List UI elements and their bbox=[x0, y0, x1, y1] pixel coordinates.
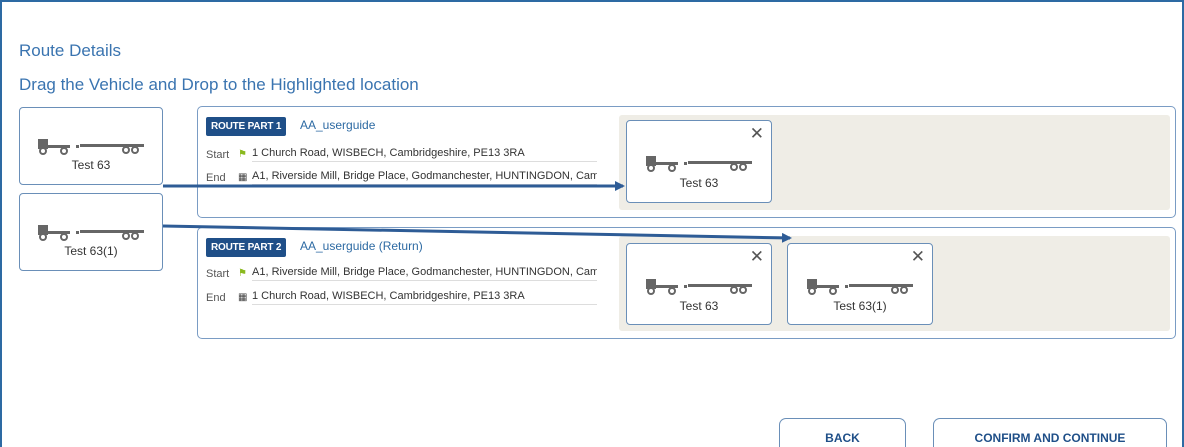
truck-trailer-icon bbox=[646, 156, 752, 172]
assigned-vehicle-card[interactable]: ✕ Test 63(1) bbox=[787, 243, 933, 325]
route-part-1: ROUTE PART 1 AA_userguide Start ⚑ 1 Chur… bbox=[197, 106, 1176, 218]
end-address-row: End ▦ 1 Church Road, WISBECH, Cambridges… bbox=[206, 290, 597, 305]
start-address-row: Start ⚑ A1, Riverside Mill, Bridge Place… bbox=[206, 266, 597, 281]
vehicle-dropzone[interactable]: ✕ Test 63 ✕ Test 63(1) bbox=[619, 236, 1170, 331]
start-address: A1, Riverside Mill, Bridge Place, Godman… bbox=[252, 266, 597, 281]
assigned-vehicle-card[interactable]: ✕ Test 63 bbox=[626, 243, 772, 325]
vehicle-label: Test 63(1) bbox=[833, 299, 887, 313]
confirm-and-continue-button[interactable]: CONFIRM AND CONTINUE bbox=[933, 418, 1167, 447]
start-label: Start bbox=[206, 267, 230, 280]
close-icon[interactable]: ✕ bbox=[750, 125, 764, 142]
page-title: Route Details bbox=[19, 41, 122, 60]
start-address: 1 Church Road, WISBECH, Cambridgeshire, … bbox=[252, 147, 597, 162]
vehicle-label: Test 63 bbox=[679, 299, 719, 313]
vehicle-dropzone[interactable]: ✕ Test 63 bbox=[619, 115, 1170, 210]
close-icon[interactable]: ✕ bbox=[750, 248, 764, 265]
back-button[interactable]: BACK bbox=[779, 418, 906, 447]
flag-icon: ⚑ bbox=[238, 268, 247, 279]
route-badge: ROUTE PART 1 bbox=[206, 117, 287, 136]
end-address-row: End ▦ A1, Riverside Mill, Bridge Place, … bbox=[206, 170, 597, 185]
truck-trailer-icon bbox=[38, 225, 144, 241]
start-address-row: Start ⚑ 1 Church Road, WISBECH, Cambridg… bbox=[206, 147, 597, 162]
vehicle-card-test-63-1[interactable]: Test 63(1) bbox=[19, 193, 163, 271]
truck-trailer-icon bbox=[38, 139, 144, 155]
flag-icon: ⚑ bbox=[238, 149, 247, 160]
page-subtitle: Drag the Vehicle and Drop to the Highlig… bbox=[19, 75, 419, 94]
end-address: A1, Riverside Mill, Bridge Place, Godman… bbox=[252, 170, 597, 185]
vehicle-card-test-63[interactable]: Test 63 bbox=[19, 107, 163, 185]
route-part-2: ROUTE PART 2 AA_userguide (Return) Start… bbox=[197, 227, 1176, 339]
end-label: End bbox=[206, 171, 226, 184]
end-address: 1 Church Road, WISBECH, Cambridgeshire, … bbox=[252, 290, 597, 305]
route-badge: ROUTE PART 2 bbox=[206, 238, 287, 257]
assigned-vehicle-card[interactable]: ✕ Test 63 bbox=[626, 120, 772, 203]
vehicle-label: Test 63 bbox=[679, 176, 719, 190]
truck-trailer-icon bbox=[807, 279, 913, 295]
vehicle-label: Test 63(1) bbox=[64, 244, 118, 258]
route-name-link[interactable]: AA_userguide (Return) bbox=[300, 239, 423, 253]
vehicle-label: Test 63 bbox=[71, 158, 111, 172]
truck-trailer-icon bbox=[646, 279, 752, 295]
checkered-flag-icon: ▦ bbox=[238, 292, 248, 303]
checkered-flag-icon: ▦ bbox=[238, 172, 248, 183]
route-name-link[interactable]: AA_userguide bbox=[300, 118, 375, 132]
start-label: Start bbox=[206, 148, 230, 161]
page-frame bbox=[0, 0, 1184, 447]
close-icon[interactable]: ✕ bbox=[911, 248, 925, 265]
end-label: End bbox=[206, 291, 226, 304]
